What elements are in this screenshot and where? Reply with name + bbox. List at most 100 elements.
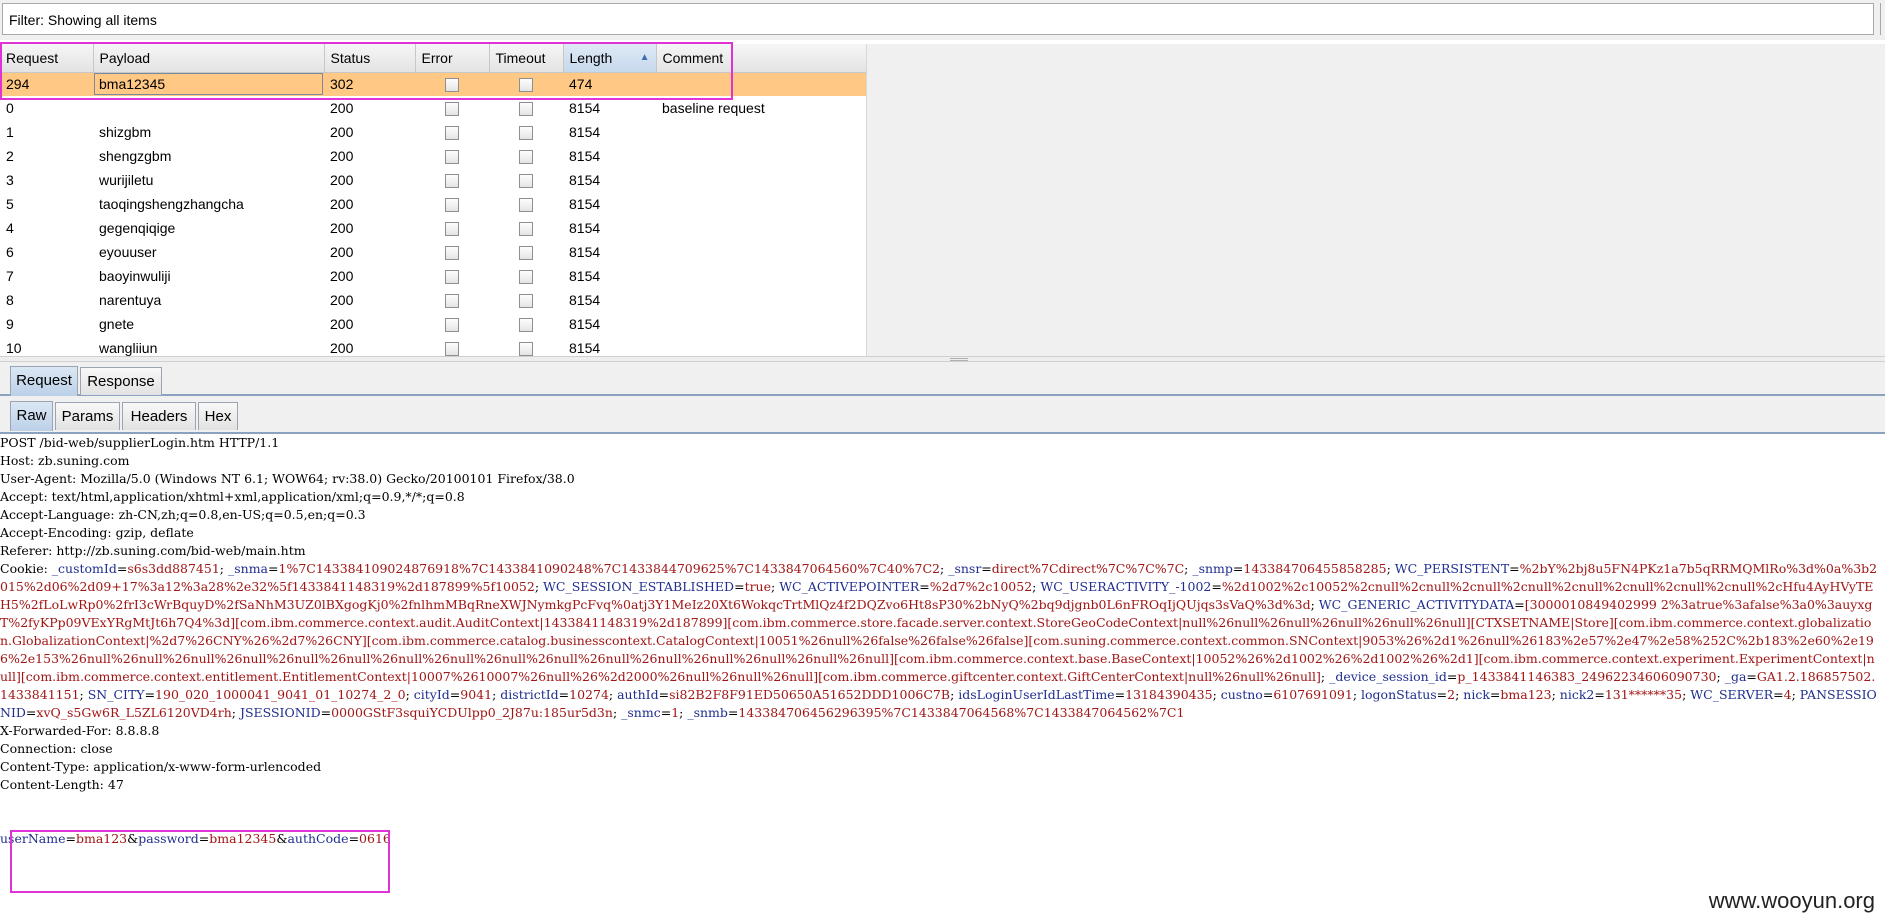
table-row[interactable]: 1 shizgbm 200 8154 bbox=[0, 120, 866, 144]
cookie-value: 9041 bbox=[460, 687, 493, 702]
body-param-key: authCode bbox=[287, 831, 349, 846]
error-checkbox[interactable] bbox=[445, 126, 459, 141]
error-checkbox[interactable] bbox=[445, 102, 459, 117]
header-line: X-Forwarded-For: 8.8.8.8 bbox=[0, 723, 160, 738]
cell-payload: bma12345 bbox=[93, 72, 324, 96]
table-row[interactable]: 10 wangliiun 200 8154 bbox=[0, 336, 866, 356]
cell-request: 8 bbox=[6, 292, 14, 308]
column-header-status[interactable]: Status bbox=[324, 44, 416, 73]
cell-length: 8154 bbox=[569, 148, 601, 164]
results-empty-area bbox=[866, 44, 1885, 356]
cell-status: 200 bbox=[330, 316, 354, 332]
error-checkbox[interactable] bbox=[445, 342, 459, 356]
column-header-length-label: Length bbox=[569, 49, 613, 66]
timeout-checkbox[interactable] bbox=[519, 102, 533, 117]
filter-field[interactable]: Filter: Showing all items bbox=[2, 3, 1874, 35]
cell-length: 8154 bbox=[569, 220, 601, 236]
column-header-comment[interactable]: Comment bbox=[656, 44, 866, 73]
cookie-value: 4 bbox=[1783, 687, 1792, 702]
cell-status: 200 bbox=[330, 196, 354, 212]
column-header-length[interactable]: Length ▲ bbox=[563, 44, 657, 73]
column-header-error[interactable]: Error bbox=[415, 44, 490, 73]
tab-headers[interactable]: Headers bbox=[122, 402, 196, 430]
timeout-checkbox[interactable] bbox=[519, 222, 533, 237]
error-checkbox[interactable] bbox=[445, 198, 459, 213]
error-checkbox[interactable] bbox=[445, 294, 459, 309]
cell-payload: shengzgbm bbox=[99, 148, 172, 164]
error-checkbox[interactable] bbox=[445, 246, 459, 261]
cell-payload: narentuya bbox=[99, 292, 162, 308]
table-row[interactable]: 5 taoqingshengzhangcha 200 8154 bbox=[0, 192, 866, 216]
cell-payload: eyouuser bbox=[99, 244, 157, 260]
timeout-checkbox[interactable] bbox=[519, 342, 533, 356]
sort-ascending-icon: ▲ bbox=[639, 51, 650, 63]
table-row[interactable]: 3 wurijiletu 200 8154 bbox=[0, 168, 866, 192]
cell-timeout bbox=[489, 264, 563, 288]
cell-status: 200 bbox=[330, 268, 354, 284]
error-checkbox[interactable] bbox=[445, 174, 459, 189]
message-view-tabbar: Raw Params Headers Hex bbox=[0, 396, 1885, 434]
cookie-pairs: _customId=s6s3dd887451; _snma=1%7C143384… bbox=[0, 561, 1878, 720]
body-param-value: bma123 bbox=[75, 831, 128, 846]
error-checkbox[interactable] bbox=[445, 222, 459, 237]
error-checkbox[interactable] bbox=[445, 318, 459, 333]
cell-comment bbox=[656, 72, 866, 96]
column-header-payload[interactable]: Payload bbox=[93, 44, 325, 73]
table-row[interactable]: 6 eyouuser 200 8154 bbox=[0, 240, 866, 264]
cell-comment bbox=[656, 312, 866, 336]
timeout-checkbox[interactable] bbox=[519, 318, 533, 333]
timeout-checkbox[interactable] bbox=[519, 150, 533, 165]
cookie-value: 143384706455858285 bbox=[1243, 561, 1387, 576]
error-checkbox[interactable] bbox=[445, 78, 459, 93]
cell-error bbox=[415, 216, 489, 240]
error-checkbox[interactable] bbox=[445, 150, 459, 165]
cell-timeout bbox=[489, 72, 563, 96]
tab-params[interactable]: Params bbox=[55, 402, 120, 430]
table-row[interactable]: 4 gegenqiqige 200 8154 bbox=[0, 216, 866, 240]
header-line: Content-Type: application/x-www-form-url… bbox=[0, 759, 322, 774]
cookie-key: idsLoginUserIdLastTime bbox=[958, 687, 1115, 702]
timeout-checkbox[interactable] bbox=[519, 270, 533, 285]
cell-timeout bbox=[489, 120, 563, 144]
splitter-grip-icon[interactable] bbox=[950, 358, 968, 361]
cookie-value: true bbox=[744, 579, 772, 594]
cell-request: 9 bbox=[6, 316, 14, 332]
cookie-key: _ga bbox=[1724, 669, 1747, 684]
cell-error bbox=[415, 120, 489, 144]
header-line: Content-Length: 47 bbox=[0, 777, 124, 792]
cell-comment bbox=[656, 120, 866, 144]
raw-request-editor[interactable]: POST /bid-web/supplierLogin.htm HTTP/1.1… bbox=[0, 434, 1885, 894]
table-row[interactable]: 7 baoyinwuliji 200 8154 bbox=[0, 264, 866, 288]
cookie-value: bma123 bbox=[1500, 687, 1552, 702]
cell-status: 200 bbox=[330, 172, 354, 188]
table-row[interactable]: 8 narentuya 200 8154 bbox=[0, 288, 866, 312]
cookie-value: 0000GStF3squiYCDUlpp0_2J87u:185ur5d3n bbox=[331, 705, 613, 720]
table-row[interactable]: 9 gnete 200 8154 bbox=[0, 312, 866, 336]
results-table: Request Payload Status Error Timeout Len… bbox=[0, 44, 866, 356]
table-row[interactable]: 2 shengzgbm 200 8154 bbox=[0, 144, 866, 168]
timeout-checkbox[interactable] bbox=[519, 78, 533, 93]
cookie-value: 1%7C143384109024876918%7C1433841090248%7… bbox=[278, 561, 941, 576]
cookie-value: p_1433841146383_24962234606090730 bbox=[1457, 669, 1717, 684]
tab-request[interactable]: Request bbox=[10, 366, 78, 396]
column-header-request[interactable]: Request bbox=[0, 44, 94, 73]
tab-hex[interactable]: Hex bbox=[198, 402, 238, 430]
timeout-checkbox[interactable] bbox=[519, 174, 533, 189]
timeout-checkbox[interactable] bbox=[519, 126, 533, 141]
cell-request: 1 bbox=[6, 124, 14, 140]
cell-status: 200 bbox=[330, 124, 354, 140]
tab-raw[interactable]: Raw bbox=[10, 401, 53, 431]
cookie-value: 190_020_1000041_9041_01_10274_2_0 bbox=[155, 687, 406, 702]
error-checkbox[interactable] bbox=[445, 270, 459, 285]
cookie-key: nick bbox=[1463, 687, 1490, 702]
timeout-checkbox[interactable] bbox=[519, 198, 533, 213]
timeout-checkbox[interactable] bbox=[519, 246, 533, 261]
column-header-timeout[interactable]: Timeout bbox=[489, 44, 564, 73]
cell-status: 200 bbox=[330, 292, 354, 308]
table-row[interactable]: 0 200 8154 baseline request bbox=[0, 96, 866, 120]
timeout-checkbox[interactable] bbox=[519, 294, 533, 309]
table-row[interactable]: 294 bma12345 302 474 bbox=[0, 72, 866, 96]
cell-comment bbox=[656, 240, 866, 264]
tab-response[interactable]: Response bbox=[80, 367, 162, 395]
